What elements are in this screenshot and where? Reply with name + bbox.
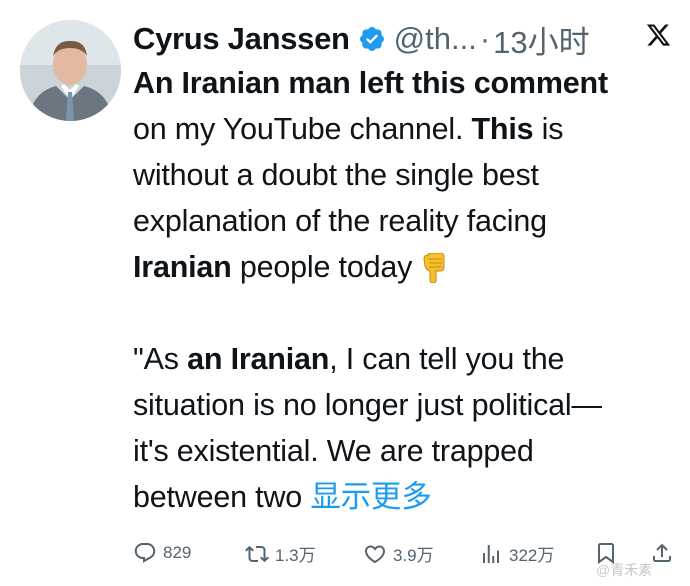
repost-icon [245, 545, 269, 562]
tweet-line: on my YouTube channel. This is [133, 106, 678, 152]
like-button[interactable]: 3.9万 [363, 541, 434, 566]
show-more-link[interactable]: 显示更多 [310, 480, 431, 514]
heart-icon [364, 545, 386, 563]
repost-button[interactable]: 1.3万 [245, 541, 316, 566]
bold-text: An Iranian man left this comment [133, 66, 608, 100]
text-segment: is [533, 112, 564, 146]
tweet-line: An Iranian man left this comment [133, 60, 678, 106]
author-handle[interactable]: @th... [394, 21, 477, 57]
header-separator: · [479, 21, 491, 56]
watermark: @青禾素 [596, 562, 653, 578]
tweet-text: An Iranian man left this comment on my Y… [133, 60, 678, 520]
tweet-line: it's existential. We are trapped [133, 434, 534, 468]
text-segment: "As [133, 342, 188, 376]
text-segment: , I can tell you the [329, 342, 565, 376]
author-avatar[interactable] [20, 20, 121, 121]
share-button[interactable] [650, 541, 674, 565]
tweet-line: "As an Iranian, I can tell you the [133, 336, 678, 382]
text-segment: on my YouTube channel. [133, 112, 472, 146]
text-segment: between two [133, 480, 311, 514]
like-count: 3.9万 [393, 546, 434, 565]
pointing-down-emoji [423, 252, 445, 284]
avatar-portrait [20, 20, 121, 121]
tweet-line: Iranian people today [133, 244, 678, 290]
bold-text: This [471, 112, 534, 146]
repost-count: 1.3万 [275, 546, 316, 565]
author-name[interactable]: Cyrus Janssen [133, 21, 350, 57]
views-chart-icon [483, 544, 499, 563]
share-icon [653, 543, 671, 562]
bold-text: an Iranian [187, 342, 330, 376]
tweet-line: between two 显示更多 [133, 474, 678, 520]
tweet-timestamp[interactable]: 13小时 [493, 17, 589, 62]
views-button[interactable]: 322万 [479, 541, 554, 566]
tweet-line: explanation of the reality facing [133, 204, 547, 238]
text-segment: people today [231, 250, 421, 284]
tweet-line: without a doubt the single best [133, 158, 539, 192]
reply-count: 829 [163, 543, 192, 562]
bold-text: Iranian [133, 250, 232, 284]
tweet-header: Cyrus Janssen @th... · 13小时 [133, 14, 613, 64]
x-logo-icon [646, 24, 671, 46]
tweet-line: situation is no longer just political— [133, 388, 602, 422]
view-count: 322万 [509, 546, 555, 565]
reply-icon [134, 543, 156, 563]
reply-button[interactable]: 829 [133, 541, 191, 565]
verified-badge-icon [359, 27, 384, 51]
